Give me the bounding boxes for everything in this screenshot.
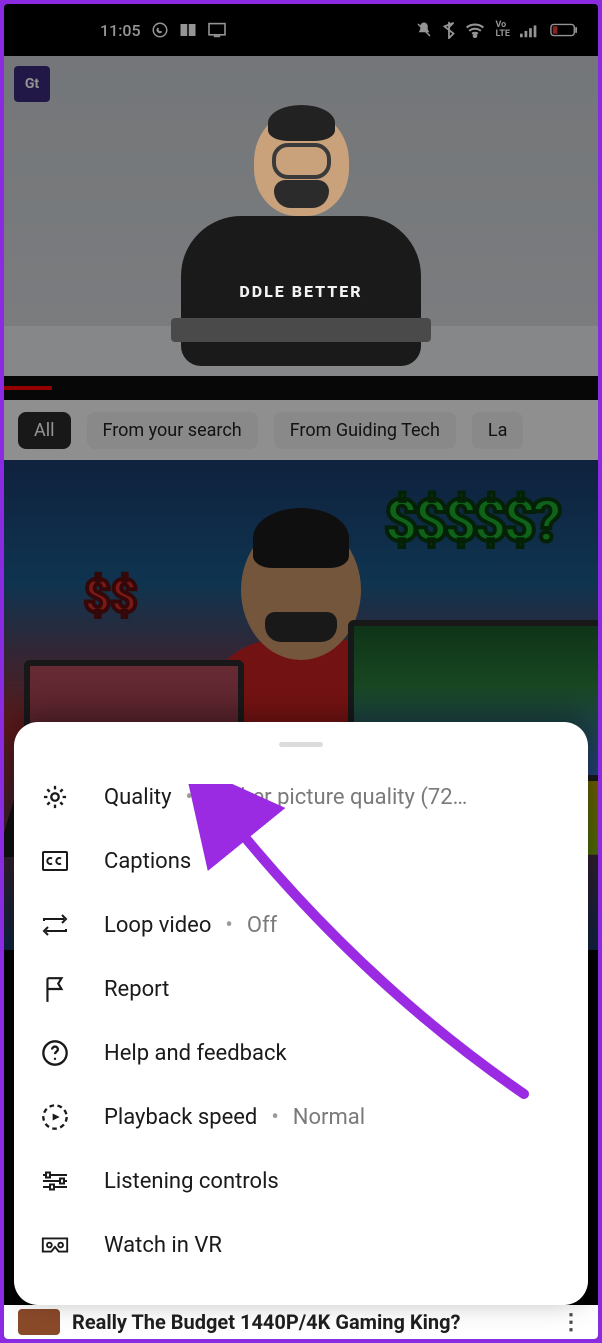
bluetooth-icon	[443, 21, 455, 39]
menu-item-listening-controls[interactable]: Listening controls	[14, 1149, 588, 1213]
more-options-icon[interactable]: ⋮	[560, 1310, 584, 1335]
status-time: 11:05	[100, 21, 141, 40]
whatsapp-icon	[151, 21, 169, 39]
help-icon	[40, 1038, 70, 1068]
chip-all[interactable]: All	[18, 412, 71, 449]
signal-icon	[520, 22, 540, 38]
book-icon	[179, 22, 197, 38]
menu-item-quality[interactable]: Quality • Higher picture quality (72…	[14, 765, 588, 829]
wifi-icon	[465, 22, 485, 38]
battery-low-icon	[550, 23, 578, 37]
peek-thumbnail	[18, 1309, 60, 1335]
gear-icon	[40, 782, 70, 812]
menu-item-watch-in-vr[interactable]: Watch in VR	[14, 1213, 588, 1277]
chip-from-your-search[interactable]: From your search	[87, 412, 258, 449]
device-frame: 11:05 VoLTE	[4, 4, 598, 1339]
progress-bar[interactable]	[4, 376, 598, 400]
menu-value: Normal	[293, 1105, 365, 1130]
menu-value: Higher picture quality (72…	[207, 785, 467, 810]
sheet-drag-handle[interactable]	[279, 742, 323, 747]
peek-title: Really The Budget 1440P/4K Gaming King?	[72, 1310, 461, 1334]
menu-label: Report	[104, 977, 169, 1002]
menu-item-loop[interactable]: Loop video • Off	[14, 893, 588, 957]
menu-value: Off	[247, 913, 277, 938]
menu-item-report[interactable]: Report	[14, 957, 588, 1021]
menu-item-help[interactable]: Help and feedback	[14, 1021, 588, 1085]
menu-item-playback-speed[interactable]: Playback speed • Normal	[14, 1085, 588, 1149]
volte-icon: VoLTE	[495, 21, 510, 39]
speed-icon	[40, 1102, 70, 1132]
chip-more[interactable]: La	[472, 412, 524, 449]
menu-label: Captions	[104, 849, 191, 874]
chip-from-channel[interactable]: From Guiding Tech	[274, 412, 456, 449]
menu-label: Help and feedback	[104, 1041, 287, 1066]
sliders-icon	[40, 1166, 70, 1196]
cc-icon	[40, 846, 70, 876]
loop-icon	[40, 910, 70, 940]
player-settings-sheet: Quality • Higher picture quality (72… Ca…	[14, 722, 588, 1305]
vr-icon	[40, 1230, 70, 1260]
menu-label: Loop video	[104, 913, 211, 938]
menu-item-captions[interactable]: Captions	[14, 829, 588, 893]
flag-icon	[40, 974, 70, 1004]
cast-icon	[207, 22, 227, 38]
menu-label: Quality	[104, 785, 172, 810]
price-overlay-small: $$	[84, 570, 137, 624]
menu-label: Playback speed	[104, 1105, 257, 1130]
menu-label: Watch in VR	[104, 1233, 222, 1258]
mute-icon	[415, 21, 433, 39]
channel-watermark: Gt	[14, 66, 50, 102]
video-player[interactable]: Gt DDLE BETTER	[4, 56, 598, 376]
filter-chip-row: All From your search From Guiding Tech L…	[4, 400, 598, 460]
price-overlay-big: $$$$$?	[384, 488, 558, 556]
menu-label: Listening controls	[104, 1169, 279, 1194]
status-bar: 11:05 VoLTE	[4, 4, 598, 56]
next-video-peek[interactable]: Really The Budget 1440P/4K Gaming King? …	[4, 1305, 598, 1339]
